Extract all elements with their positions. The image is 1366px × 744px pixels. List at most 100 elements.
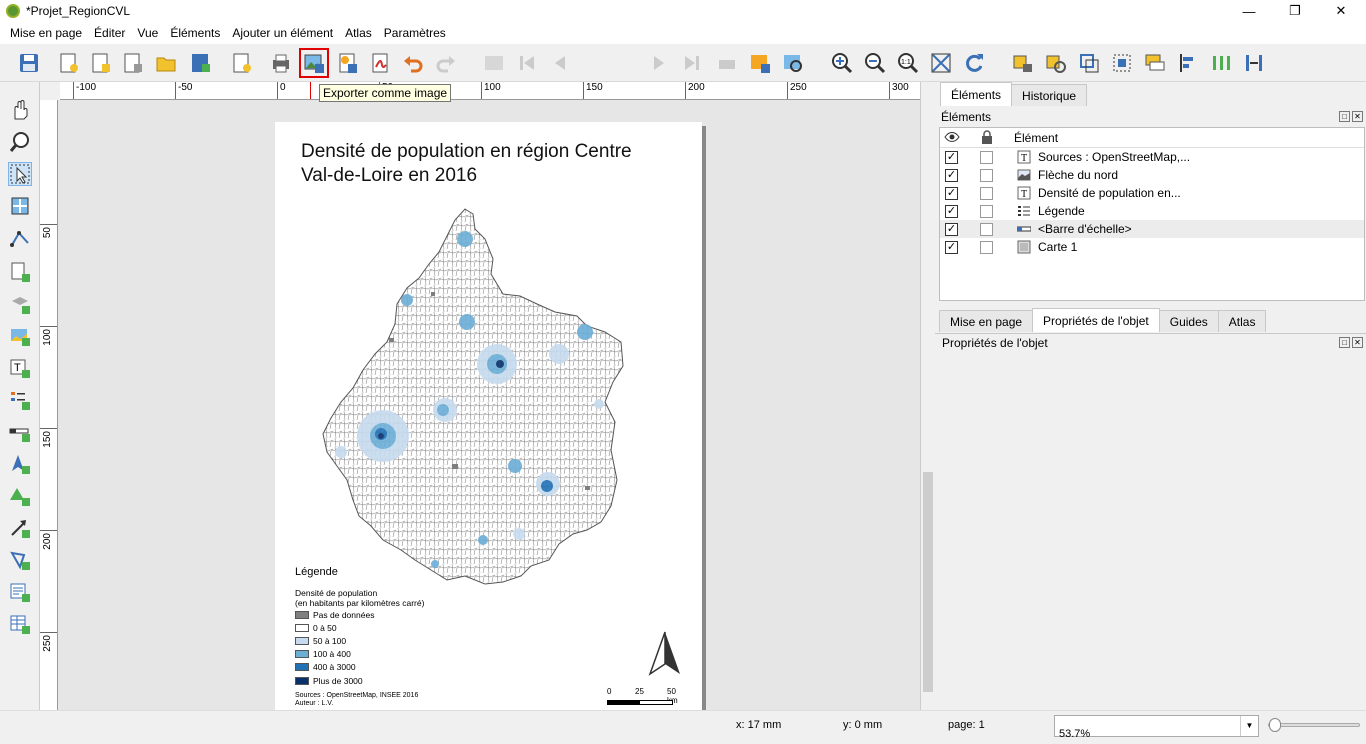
restore-button[interactable]: ❐ [1272, 0, 1318, 22]
lock-checkbox[interactable] [980, 241, 993, 254]
menu-atlas[interactable]: Atlas [339, 26, 378, 40]
scale-bar[interactable]: 0 25 50 km [607, 687, 687, 709]
element-row[interactable]: ✓ Carte 1 [940, 238, 1364, 256]
next-feature-icon[interactable] [646, 50, 672, 76]
open-folder-icon[interactable] [153, 50, 179, 76]
redo-icon[interactable] [433, 50, 459, 76]
visibility-checkbox[interactable]: ✓ [945, 223, 958, 236]
element-row[interactable]: ✓ Flèche du nord [940, 166, 1364, 184]
layout-canvas[interactable]: Densité de population en région Centre V… [58, 100, 920, 710]
distribute-items-icon[interactable] [1208, 50, 1234, 76]
atlas-settings-icon[interactable] [780, 50, 806, 76]
tab-proprietes-objet[interactable]: Propriétés de l'objet [1032, 308, 1160, 332]
last-feature-icon[interactable] [679, 50, 705, 76]
column-element-header[interactable]: Élément [1014, 131, 1058, 145]
zoom-out-icon[interactable] [862, 50, 888, 76]
eye-icon[interactable] [944, 130, 960, 147]
zoom-slider[interactable] [1268, 718, 1360, 732]
zoom-tool-icon[interactable] [8, 130, 32, 154]
first-feature-icon[interactable] [514, 50, 540, 76]
menu-elements[interactable]: Éléments [164, 26, 226, 40]
float-icon[interactable]: □ [1339, 337, 1350, 348]
chevron-down-icon[interactable]: ▼ [1240, 716, 1258, 736]
save-icon[interactable] [16, 50, 42, 76]
menu-mise-en-page[interactable]: Mise en page [4, 26, 88, 40]
export-svg-icon[interactable] [334, 50, 360, 76]
select-tool-icon[interactable] [8, 162, 32, 186]
add-label-icon[interactable]: T [8, 356, 32, 380]
save-template-icon[interactable] [188, 50, 214, 76]
unlock-items-icon[interactable] [1043, 50, 1069, 76]
menu-vue[interactable]: Vue [131, 26, 164, 40]
align-items-icon[interactable] [1175, 50, 1201, 76]
visibility-checkbox[interactable]: ✓ [945, 151, 958, 164]
zoom-combobox[interactable]: 53.7% ▼ [1054, 715, 1259, 740]
duplicate-layout-icon[interactable] [88, 50, 114, 76]
visibility-checkbox[interactable]: ✓ [945, 241, 958, 254]
add-north-arrow-icon[interactable] [8, 452, 32, 476]
layout-manager-icon[interactable] [120, 50, 146, 76]
scrollbar-thumb[interactable] [923, 472, 933, 692]
minimize-button[interactable]: — [1226, 0, 1272, 22]
move-content-icon[interactable] [8, 194, 32, 218]
tab-elements[interactable]: Éléments [940, 82, 1013, 106]
export-image-icon[interactable] [299, 48, 329, 78]
raise-items-icon[interactable] [1142, 50, 1168, 76]
group-items-icon[interactable] [1076, 50, 1102, 76]
visibility-checkbox[interactable]: ✓ [945, 187, 958, 200]
layout-page[interactable]: Densité de population en région Centre V… [275, 122, 702, 710]
add-map-icon[interactable] [8, 260, 32, 284]
element-row[interactable]: ✓ Légende [940, 202, 1364, 220]
tab-guides[interactable]: Guides [1158, 310, 1219, 332]
add-polygon-icon[interactable] [8, 548, 32, 572]
add-table-icon[interactable] [8, 612, 32, 636]
lock-icon[interactable] [980, 130, 994, 148]
north-arrow-icon[interactable] [648, 630, 682, 676]
add-arrow-icon[interactable] [8, 516, 32, 540]
add-3d-map-icon[interactable] [8, 292, 32, 316]
resize-items-icon[interactable] [1241, 50, 1267, 76]
previous-feature-icon[interactable] [547, 50, 573, 76]
close-icon[interactable]: ✕ [1352, 337, 1363, 348]
element-row[interactable]: ✓ <Barre d'échelle> [940, 220, 1364, 238]
element-row[interactable]: ✓ T Sources : OpenStreetMap,... [940, 148, 1364, 166]
refresh-icon[interactable] [961, 50, 987, 76]
zoom-slider-handle[interactable] [1269, 718, 1281, 732]
undo-icon[interactable] [400, 50, 426, 76]
lock-checkbox[interactable] [980, 151, 993, 164]
float-icon[interactable]: □ [1339, 111, 1350, 122]
visibility-checkbox[interactable]: ✓ [945, 205, 958, 218]
new-layout-icon[interactable] [56, 50, 82, 76]
tab-mise-en-page[interactable]: Mise en page [939, 310, 1034, 332]
add-html-icon[interactable] [8, 580, 32, 604]
visibility-checkbox[interactable]: ✓ [945, 169, 958, 182]
export-pdf-icon[interactable] [367, 50, 393, 76]
atlas-preview-icon[interactable] [481, 50, 507, 76]
zoom-actual-icon[interactable]: 1:1 [895, 50, 921, 76]
lock-checkbox[interactable] [980, 187, 993, 200]
sources-label[interactable]: Sources : OpenStreetMap, INSEE 2016 Aute… [295, 692, 418, 708]
edit-nodes-icon[interactable] [8, 226, 32, 250]
print-icon[interactable] [268, 50, 294, 76]
menu-parametres[interactable]: Paramètres [378, 26, 452, 40]
close-button[interactable]: ✕ [1318, 0, 1364, 22]
menu-ajouter-element[interactable]: Ajouter un élément [226, 26, 339, 40]
menu-editer[interactable]: Éditer [88, 26, 131, 40]
close-icon[interactable]: ✕ [1352, 111, 1363, 122]
add-shape-icon[interactable] [8, 484, 32, 508]
vertical-scrollbar[interactable] [920, 82, 934, 710]
ungroup-items-icon[interactable] [1109, 50, 1135, 76]
print-atlas-icon[interactable] [714, 50, 740, 76]
pan-icon[interactable] [8, 98, 32, 122]
new-report-icon[interactable] [229, 50, 255, 76]
add-picture-icon[interactable] [8, 324, 32, 348]
export-atlas-image-icon[interactable] [747, 50, 773, 76]
lock-checkbox[interactable] [980, 205, 993, 218]
add-legend-icon[interactable] [8, 388, 32, 412]
element-row[interactable]: ✓ T Densité de population en... [940, 184, 1364, 202]
lock-items-icon[interactable] [1010, 50, 1036, 76]
tab-atlas[interactable]: Atlas [1217, 310, 1267, 332]
map-item[interactable] [315, 204, 635, 590]
lock-checkbox[interactable] [980, 223, 993, 236]
map-title-label[interactable]: Densité de population en région Centre V… [301, 140, 661, 188]
